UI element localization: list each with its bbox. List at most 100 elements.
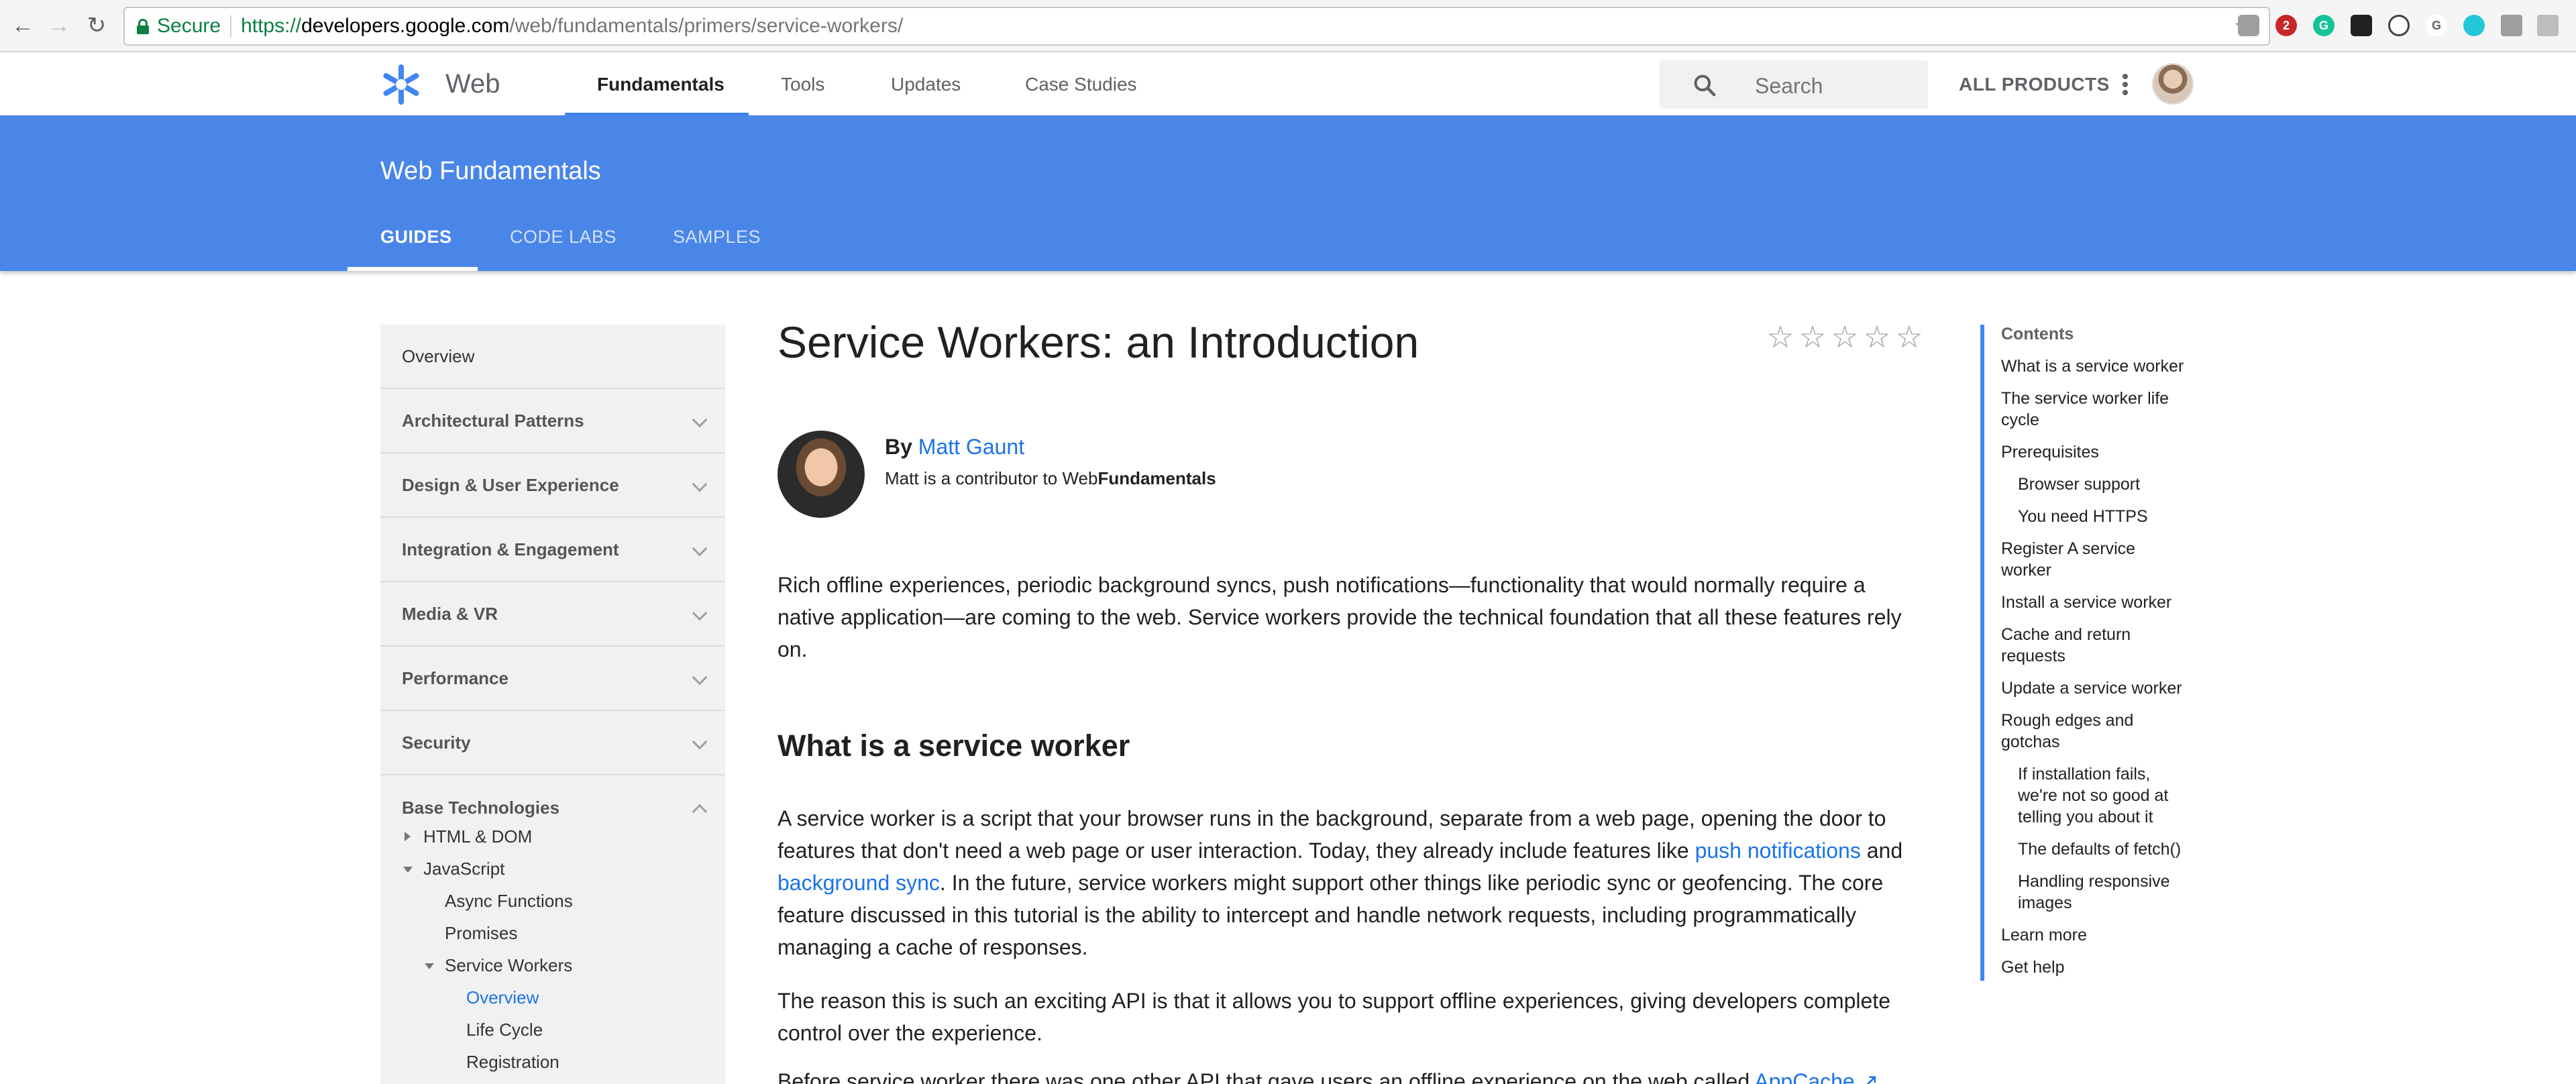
appcache-link[interactable]: AppCache xyxy=(1754,1069,1854,1084)
site-header: Web Fundamentals Tools Updates Case Stud… xyxy=(0,54,2576,115)
tab-code-labs[interactable]: CODE LABS xyxy=(510,227,616,248)
sidebar-item-label: Base Technologies xyxy=(402,797,560,818)
toc-item-update[interactable]: Update a service worker xyxy=(2001,678,2202,699)
grammarly-icon[interactable]: G xyxy=(2313,15,2334,36)
toc-item-responsive-images[interactable]: Handling responsive images xyxy=(2018,871,2206,914)
back-icon[interactable]: ← xyxy=(8,11,38,40)
page-title: Service Workers: an Introduction xyxy=(777,317,1419,367)
push-notifications-link[interactable]: push notifications xyxy=(1695,838,1861,863)
section-banner: Web Fundamentals GUIDES CODE LABS SAMPLE… xyxy=(0,115,2576,271)
sidebar-item-overview[interactable]: Overview xyxy=(380,325,725,389)
external-link-icon: ↗ xyxy=(1860,1069,1879,1084)
toc-item-browser-support[interactable]: Browser support xyxy=(2018,474,2206,495)
tree-item-async-functions[interactable]: Async Functions xyxy=(445,891,573,912)
sidebar-item-label: Performance xyxy=(402,667,508,688)
sidebar-item-media-vr[interactable]: Media & VR xyxy=(380,582,725,647)
nav-tools[interactable]: Tools xyxy=(781,54,824,115)
sidebar-item-label: Media & VR xyxy=(402,603,498,624)
toc-item-get-help[interactable]: Get help xyxy=(2001,957,2202,978)
toc-item-what-is-sw[interactable]: What is a service worker xyxy=(2001,356,2202,377)
brand-title[interactable]: Web xyxy=(445,67,500,101)
sidebar-item-integration-engagement[interactable]: Integration & Engagement xyxy=(380,518,725,582)
sidebar-item-label: Design & User Experience xyxy=(402,474,619,495)
banner-title[interactable]: Web Fundamentals xyxy=(380,157,601,186)
camera-extension-icon[interactable] xyxy=(2238,15,2259,36)
toc-item-https[interactable]: You need HTTPS xyxy=(2018,506,2206,527)
paragraph-text: and xyxy=(1860,838,1903,863)
tree-item-life-cycle[interactable]: Life Cycle xyxy=(466,1020,543,1040)
toc-item-rough-edges[interactable]: Rough edges and gotchas xyxy=(2001,710,2162,753)
nav-fundamentals[interactable]: Fundamentals xyxy=(597,54,724,115)
tab-guides[interactable]: GUIDES xyxy=(380,227,452,248)
author-byline: By Matt Gaunt xyxy=(885,435,1024,459)
search-placeholder: Search xyxy=(1755,74,1823,98)
tree-item-service-workers[interactable]: Service Workers xyxy=(445,955,572,976)
google-extension-icon[interactable]: G xyxy=(2426,15,2447,36)
tab-samples[interactable]: SAMPLES xyxy=(673,227,761,248)
collapse-arrow-icon[interactable] xyxy=(425,963,434,969)
tree-item-javascript[interactable]: JavaScript xyxy=(423,859,504,879)
url-scheme: https:// xyxy=(241,15,302,37)
toc-item-install[interactable]: Install a service worker xyxy=(2001,592,2202,613)
glasses-extension-icon[interactable] xyxy=(2351,15,2372,36)
sidebar-item-design-ux[interactable]: Design & User Experience xyxy=(380,453,725,518)
paragraph-text: Before service worker there was one othe… xyxy=(777,1069,1755,1084)
extension-badge-icon[interactable]: 2 xyxy=(2275,15,2297,36)
secure-label: Secure xyxy=(157,15,221,37)
expand-arrow-icon[interactable] xyxy=(405,832,411,841)
chevron-up-icon xyxy=(692,804,708,820)
star-icon[interactable]: ☆ xyxy=(1766,321,1795,352)
search-input[interactable]: Search xyxy=(1660,60,1928,109)
teal-extension-icon[interactable] xyxy=(2463,15,2485,36)
contrib-text: Matt is a contributor to Web xyxy=(885,468,1098,488)
left-nav: Overview Architectural Patterns Design &… xyxy=(380,325,725,1084)
google-developers-logo-icon[interactable] xyxy=(380,63,423,106)
toc-item-cache[interactable]: Cache and return requests xyxy=(2001,624,2176,667)
sidebar-item-label: Architectural Patterns xyxy=(402,410,584,431)
tree-item-overview-current[interactable]: Overview xyxy=(466,987,539,1008)
background-sync-link[interactable]: background sync xyxy=(777,871,940,895)
all-products-button[interactable]: ALL PRODUCTS xyxy=(1959,54,2110,115)
info-extension-icon[interactable] xyxy=(2388,15,2410,36)
toc-item-install-fails[interactable]: If installation fails, we're not so good… xyxy=(2018,763,2186,828)
nav-updates[interactable]: Updates xyxy=(891,54,961,115)
sidebar-item-label: Overview xyxy=(402,345,475,366)
tree-item-html-dom[interactable]: HTML & DOM xyxy=(423,826,532,847)
puzzle-extension-icon[interactable] xyxy=(2501,15,2522,36)
toc-item-life-cycle[interactable]: The service worker life cycle xyxy=(2001,388,2202,431)
lock-icon xyxy=(137,19,149,34)
more-vert-icon[interactable] xyxy=(2117,71,2133,98)
reload-icon[interactable]: ↻ xyxy=(82,11,111,40)
browser-toolbar: ← → ↻ Secure https://developers.google.c… xyxy=(0,0,2576,52)
tree-item-registration[interactable]: Registration xyxy=(466,1052,559,1073)
tree-item-promises[interactable]: Promises xyxy=(445,923,517,944)
address-bar[interactable]: Secure https://developers.google.com/web… xyxy=(123,7,2270,46)
omnibox-divider xyxy=(230,15,232,37)
url-host: developers.google.com xyxy=(301,15,510,37)
nav-case-studies[interactable]: Case Studies xyxy=(1025,54,1137,115)
sidebar-item-security[interactable]: Security xyxy=(380,711,725,775)
toc-item-prerequisites[interactable]: Prerequisites xyxy=(2001,441,2202,463)
sidebar-item-architectural-patterns[interactable]: Architectural Patterns xyxy=(380,389,725,453)
byline-prefix: By xyxy=(885,435,912,459)
user-avatar[interactable] xyxy=(2152,63,2194,105)
star-icon[interactable]: ☆ xyxy=(1894,321,1924,352)
chevron-down-icon xyxy=(692,476,708,492)
toc-item-fetch-defaults[interactable]: The defaults of fetch() xyxy=(2018,838,2219,860)
star-icon[interactable]: ☆ xyxy=(1862,321,1892,352)
intro-paragraph: Rich offline experiences, periodic backg… xyxy=(777,573,1902,661)
body-paragraph: A service worker is a script that your b… xyxy=(777,802,1925,963)
reader-extension-icon[interactable] xyxy=(2537,15,2559,36)
star-icon[interactable]: ☆ xyxy=(1830,321,1860,352)
collapse-arrow-icon[interactable] xyxy=(403,867,413,873)
author-avatar xyxy=(777,431,865,518)
toc-item-register[interactable]: Register A service worker xyxy=(2001,538,2176,581)
sidebar-item-performance[interactable]: Performance xyxy=(380,647,725,711)
forward-icon[interactable]: → xyxy=(44,11,74,40)
search-icon xyxy=(1694,74,1716,97)
toc-item-learn-more[interactable]: Learn more xyxy=(2001,924,2202,946)
chevron-down-icon xyxy=(692,734,708,750)
author-link[interactable]: Matt Gaunt xyxy=(918,435,1024,459)
star-icon[interactable]: ☆ xyxy=(1798,321,1827,352)
sidebar-item-label: Security xyxy=(402,732,471,753)
